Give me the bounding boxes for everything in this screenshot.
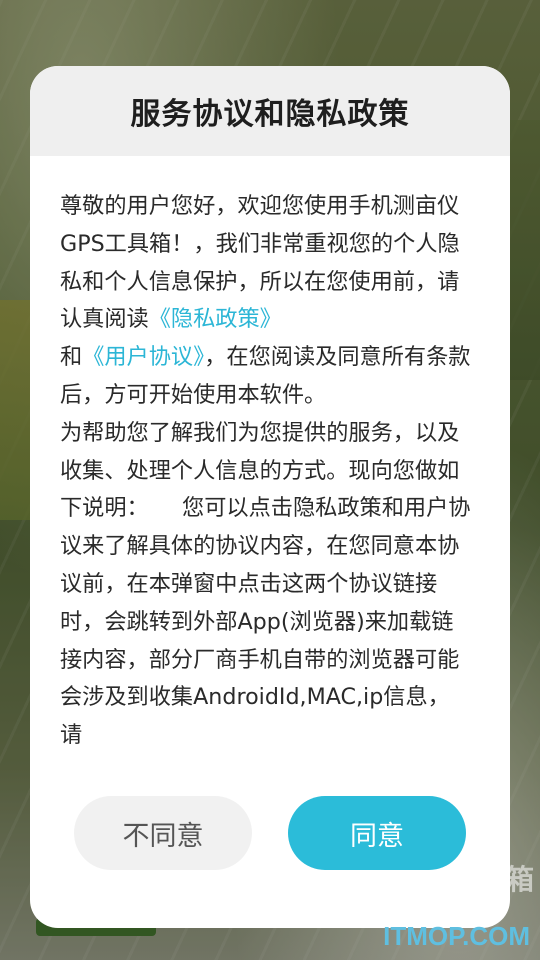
dialog-header: 服务协议和隐私政策 xyxy=(30,66,510,156)
agree-button[interactable]: 同意 xyxy=(288,796,466,870)
dialog-body-scroll[interactable]: 尊敬的用户您好，欢迎您使用手机测亩仪GPS工具箱！，我们非常重视您的个人隐私和个… xyxy=(60,188,472,748)
background-title-fragment: 箱 xyxy=(505,863,534,896)
privacy-policy-link[interactable]: 《隐私政策》 xyxy=(149,306,282,332)
dialog-title: 服务协议和隐私政策 xyxy=(130,97,410,132)
privacy-dialog: 服务协议和隐私政策 尊敬的用户您好，欢迎您使用手机测亩仪GPS工具箱！，我们非常… xyxy=(30,66,510,928)
body-text: 和 xyxy=(60,344,83,371)
watermark-logo: ITMOP.COM xyxy=(383,921,530,951)
body-text: 为帮助您了解我们为您提供的服务，以及收集、处理个人信息的方式。现向您做如下说明：… xyxy=(60,419,471,748)
disagree-button[interactable]: 不同意 xyxy=(74,796,252,870)
user-agreement-link[interactable]: 《用户协议》 xyxy=(82,344,204,370)
